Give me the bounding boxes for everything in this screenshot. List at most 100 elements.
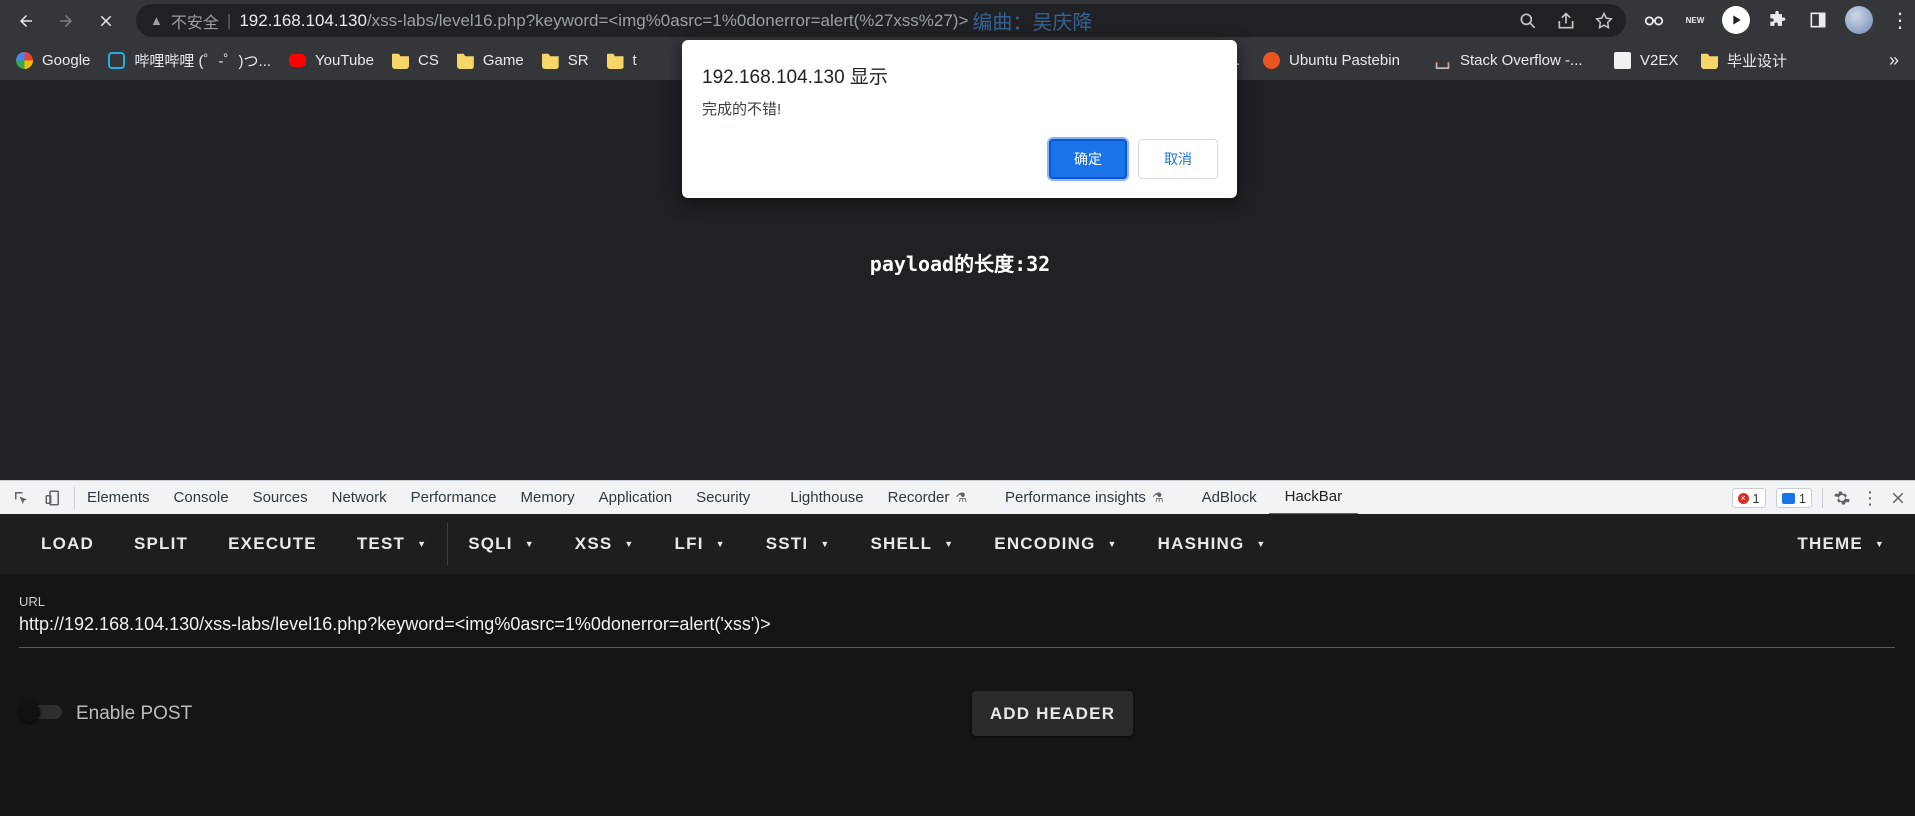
toggle-thumb	[20, 702, 40, 722]
tab-hackbar[interactable]: HackBar	[1268, 481, 1359, 515]
puzzle-extensions-icon[interactable]	[1763, 6, 1791, 34]
tab-lighthouse[interactable]: Lighthouse	[778, 481, 875, 515]
hackbar-theme-menu[interactable]: THEME ▼	[1797, 514, 1885, 574]
bookmark-stackoverflow[interactable]: Stack Overflow -...	[1434, 52, 1583, 69]
bookmark-folder-t[interactable]: t	[606, 52, 637, 69]
bookmark-label: Game	[482, 52, 524, 69]
bookmark-ubuntu-pastebin[interactable]: Ubuntu Pastebin	[1263, 52, 1400, 69]
back-button[interactable]	[9, 4, 43, 38]
browser-toolbar: ▲ 不安全 | 192.168.104.130 /xss-labs/level1…	[0, 0, 1915, 41]
message-count-badge[interactable]: 1	[1775, 488, 1812, 508]
stop-loading-button[interactable]	[89, 4, 123, 38]
more-bookmarks-icon[interactable]: »	[1889, 50, 1899, 71]
caret-down-icon: ▼	[715, 539, 726, 549]
tab-application[interactable]: Application	[587, 481, 684, 515]
hackbar-lfi-menu[interactable]: LFI ▼	[655, 514, 746, 574]
inspect-element-icon[interactable]	[12, 489, 30, 507]
close-devtools-icon[interactable]	[1889, 489, 1907, 507]
bookmark-folder-cs[interactable]: CS	[391, 52, 439, 69]
bookmark-label: CS	[417, 52, 439, 69]
tab-performance-insights[interactable]: Performance insights ⚗	[993, 481, 1190, 515]
extension-icons: NEW ⋮	[1640, 3, 1914, 37]
hackbar-hashing-menu[interactable]: HASHING ▼	[1138, 514, 1287, 574]
flask-icon: ⚗	[955, 489, 968, 505]
devtools-more-icon[interactable]: ⋮	[1861, 488, 1879, 509]
stackoverflow-icon	[1435, 62, 1450, 69]
tab-security[interactable]: Security	[684, 481, 778, 515]
profile-avatar[interactable]	[1845, 6, 1873, 34]
message-count: 1	[1798, 490, 1806, 506]
bookmark-v2ex[interactable]: V2EX	[1614, 52, 1678, 69]
tab-memory[interactable]: Memory	[509, 481, 587, 515]
address-bar[interactable]: ▲ 不安全 | 192.168.104.130 /xss-labs/level1…	[136, 4, 1626, 37]
bookmark-youtube[interactable]: YouTube	[289, 52, 374, 69]
folder-icon	[391, 53, 409, 69]
tab-elements[interactable]: Elements	[75, 481, 162, 515]
hackbar-test-menu[interactable]: TEST ▼	[337, 514, 447, 574]
error-count: 1	[1752, 490, 1760, 506]
zoom-icon[interactable]	[1518, 11, 1538, 31]
hackbar-execute-button[interactable]: EXECUTE	[208, 514, 337, 574]
caret-down-icon: ▼	[624, 539, 635, 549]
bookmark-folder-game[interactable]: Game	[456, 52, 524, 69]
tab-recorder[interactable]: Recorder ⚗	[876, 481, 993, 515]
share-icon[interactable]	[1556, 11, 1576, 31]
hackbar-load-button[interactable]: LOAD	[0, 514, 114, 574]
hackbar-split-label: SPLIT	[133, 534, 189, 553]
bookmark-folder-sr[interactable]: SR	[541, 52, 589, 69]
bookmark-label: Ubuntu Pastebin	[1289, 52, 1400, 69]
caret-down-icon: ▼	[417, 539, 428, 549]
bilibili-icon	[108, 52, 126, 69]
error-icon: ×	[1737, 492, 1749, 504]
more-menu-icon[interactable]: ⋮	[1886, 6, 1914, 34]
caret-down-icon: ▼	[820, 539, 831, 549]
arrow-right-icon	[60, 14, 72, 27]
hackbar-encoding-menu[interactable]: ENCODING ▼	[974, 514, 1137, 574]
hackbar-ssti-label: SSTI	[765, 534, 809, 553]
hackbar-split-button[interactable]: SPLIT	[114, 514, 208, 574]
security-status[interactable]: 不安全	[171, 9, 219, 33]
hackbar-xss-menu[interactable]: XSS ▼	[555, 514, 655, 574]
tab-console[interactable]: Console	[162, 481, 241, 515]
glasses-extension-icon[interactable]	[1640, 6, 1668, 34]
tab-performance-insights-label: Performance insights	[1005, 489, 1146, 506]
dialog-message: 完成的不错!	[702, 101, 782, 118]
bookmark-folder-graduation[interactable]: 毕业设计	[1701, 50, 1787, 71]
add-header-button[interactable]: ADD HEADER	[972, 691, 1133, 736]
hackbar-ssti-menu[interactable]: SSTI ▼	[746, 514, 851, 574]
overlay-watermark-text: 编曲：吴庆降	[972, 12, 1093, 34]
tab-network[interactable]: Network	[320, 481, 399, 515]
settings-gear-icon[interactable]	[1833, 489, 1851, 507]
google-icon	[16, 52, 33, 69]
bookmark-label: 毕业设计	[1727, 53, 1788, 70]
hackbar-sqli-menu[interactable]: SQLI ▼	[448, 514, 555, 574]
hackbar-shell-menu[interactable]: SHELL ▼	[850, 514, 974, 574]
v2ex-icon	[1614, 52, 1631, 69]
url-input[interactable]: http://192.168.104.130/xss-labs/level16.…	[19, 614, 1895, 648]
hackbar-panel: URL http://192.168.104.130/xss-labs/leve…	[0, 574, 1915, 816]
caret-down-icon: ▼	[944, 539, 955, 549]
enable-post-toggle[interactable]	[20, 702, 66, 722]
caret-down-icon: ▼	[1107, 539, 1118, 549]
bookmark-label: SR	[567, 52, 589, 69]
hackbar-xss-label: XSS	[574, 534, 613, 553]
hackbar-test-label: TEST	[356, 534, 406, 553]
device-toolbar-icon[interactable]	[44, 489, 62, 507]
side-panel-icon[interactable]	[1804, 6, 1832, 34]
star-icon[interactable]	[1594, 11, 1614, 31]
forward-button[interactable]	[49, 4, 83, 38]
tab-performance[interactable]: Performance	[399, 481, 509, 515]
play-extension-icon[interactable]	[1722, 6, 1750, 34]
dialog-ok-button[interactable]: 确定	[1049, 139, 1127, 179]
bookmark-bilibili[interactable]: 哔哩哔哩 (゜-゜)つ...	[108, 50, 271, 71]
message-icon	[1781, 492, 1795, 504]
divider	[1822, 488, 1823, 508]
bookmark-google[interactable]: Google	[16, 52, 90, 69]
dialog-cancel-button[interactable]: 取消	[1138, 139, 1218, 179]
new-extension-icon[interactable]: NEW	[1681, 6, 1709, 34]
tab-adblock[interactable]: AdBlock	[1190, 481, 1269, 515]
payload-length-text: payload的长度:32	[869, 252, 1051, 276]
tab-sources[interactable]: Sources	[241, 481, 320, 515]
hackbar-lfi-label: LFI	[674, 534, 704, 553]
error-count-badge[interactable]: × 1	[1731, 488, 1766, 508]
